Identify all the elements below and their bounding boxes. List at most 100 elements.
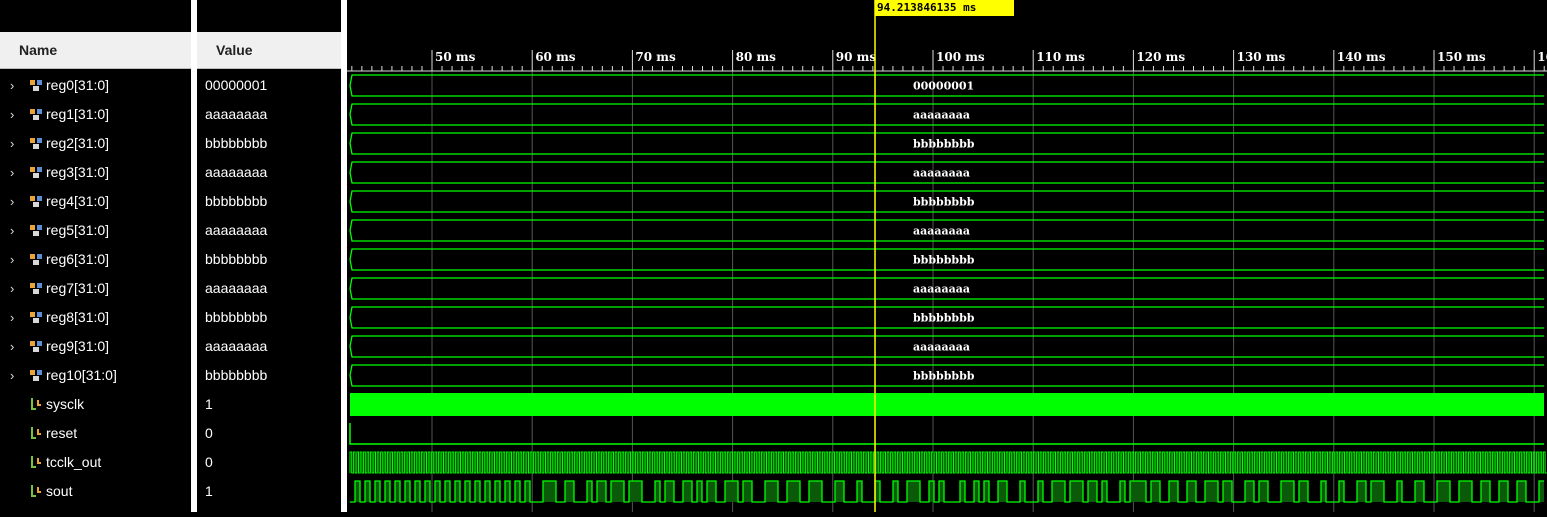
- signal-name: reg7[31:0]: [46, 280, 110, 296]
- signal-name: reg2[31:0]: [46, 135, 110, 151]
- ruler-tick-label: 50 ms: [435, 50, 476, 64]
- sout-high-fill: [725, 481, 738, 502]
- chevron-right-icon[interactable]: ›: [10, 361, 20, 390]
- sout-high-fill: [1437, 481, 1450, 502]
- signal-row-reg4[interactable]: › reg4[31:0]: [0, 187, 191, 216]
- signal-row-reg3[interactable]: › reg3[31:0]: [0, 158, 191, 187]
- bus-value-label: aaaaaaaa: [913, 167, 970, 180]
- reset-waveform: [349, 423, 1544, 445]
- bus-signal-icon: [30, 312, 42, 323]
- bus-value-label: 00000001: [913, 80, 974, 93]
- signal-value: aaaaaaaa: [205, 222, 268, 238]
- signal-value: aaaaaaaa: [205, 280, 268, 296]
- ruler-tick-label: 70 ms: [635, 50, 676, 64]
- sout-high-fill: [385, 481, 390, 502]
- signal-value: 0: [205, 425, 213, 441]
- sout-high-fill: [475, 481, 480, 502]
- signal-row-reg9[interactable]: › reg9[31:0]: [0, 332, 191, 361]
- chevron-right-icon[interactable]: ›: [10, 245, 20, 274]
- sout-high-fill: [405, 481, 410, 502]
- sout-high-fill: [587, 481, 592, 502]
- signal-value: bbbbbbbb: [205, 309, 268, 325]
- signal-row-sysclk[interactable]: sysclk: [0, 390, 191, 419]
- bus-value-label: aaaaaaaa: [913, 109, 970, 122]
- sout-high-fill: [1459, 481, 1472, 502]
- sout-high-fill: [1187, 481, 1196, 502]
- bus-value-label: aaaaaaaa: [913, 341, 970, 354]
- sout-high-fill: [929, 481, 934, 502]
- signal-row-reg2[interactable]: › reg2[31:0]: [0, 129, 191, 158]
- sout-high-fill: [485, 481, 490, 502]
- signal-value: bbbbbbbb: [205, 135, 268, 151]
- bus-signal-icon: [30, 80, 42, 91]
- signal-row-reg8[interactable]: › reg8[31:0]: [0, 303, 191, 332]
- bus-value-label: aaaaaaaa: [913, 283, 970, 296]
- signal-value: 00000001: [205, 77, 268, 93]
- sout-high-fill: [1481, 481, 1490, 502]
- sout-high-fill: [960, 481, 965, 502]
- chevron-right-icon[interactable]: ›: [10, 187, 20, 216]
- bus-signal-icon: [30, 254, 42, 265]
- sout-high-fill: [1415, 481, 1424, 502]
- signal-row-reg10[interactable]: › reg10[31:0]: [0, 361, 191, 390]
- signal-name: reg6[31:0]: [46, 251, 110, 267]
- chevron-right-icon[interactable]: ›: [10, 332, 20, 361]
- sout-high-fill: [1169, 481, 1178, 502]
- sout-high-fill: [707, 481, 716, 502]
- signal-value: 0: [205, 454, 213, 470]
- sout-high-fill: [1339, 481, 1344, 502]
- signal-name: reg1[31:0]: [46, 106, 110, 122]
- signal-row-reset[interactable]: reset: [0, 419, 191, 448]
- sout-high-fill: [611, 481, 624, 502]
- signal-value: aaaaaaaa: [205, 164, 268, 180]
- cursor-time-label[interactable]: 94.213846135 ms: [875, 0, 1015, 16]
- sout-high-fill: [597, 481, 606, 502]
- value-column-header[interactable]: Value: [197, 32, 341, 69]
- sout-high-fill: [445, 481, 450, 502]
- signal-name: reg3[31:0]: [46, 164, 110, 180]
- signal-row-reg7[interactable]: › reg7[31:0]: [0, 274, 191, 303]
- bus-signal-icon: [30, 196, 42, 207]
- signal-name: tcclk_out: [46, 454, 102, 470]
- signal-row-tcclk_out[interactable]: tcclk_out: [0, 448, 191, 477]
- sout-high-fill: [505, 481, 510, 502]
- bus-value-label: aaaaaaaa: [913, 225, 970, 238]
- chevron-right-icon[interactable]: ›: [10, 100, 20, 129]
- waveform-canvas[interactable]: 50 ms 60 ms 70 ms 80 ms 90 ms 100 ms 110 ms 120…: [347, 0, 1547, 512]
- sout-high-fill: [355, 481, 360, 502]
- sout-high-fill: [907, 481, 920, 502]
- signal-row-reg6[interactable]: › reg6[31:0]: [0, 245, 191, 274]
- signal-name: reg10[31:0]: [46, 367, 117, 383]
- signal-name: sout: [46, 483, 73, 499]
- sout-high-fill: [1281, 481, 1294, 502]
- signal-row-sout[interactable]: sout: [0, 477, 191, 506]
- sout-high-fill: [425, 481, 430, 502]
- signal-value: 1: [205, 483, 213, 499]
- sout-high-fill: [1130, 481, 1146, 502]
- chevron-right-icon[interactable]: ›: [10, 158, 20, 187]
- sout-high-fill: [1205, 481, 1218, 502]
- chevron-right-icon[interactable]: ›: [10, 216, 20, 245]
- sout-high-fill: [1299, 481, 1308, 502]
- bit-signal-icon: [31, 456, 41, 468]
- name-column-header[interactable]: Name: [0, 32, 191, 69]
- bus-value-label: bbbbbbbb: [913, 138, 975, 151]
- chevron-right-icon[interactable]: ›: [10, 303, 20, 332]
- waveform-area[interactable]: 50 ms 60 ms 70 ms 80 ms 90 ms 100 ms 110 ms 120…: [347, 0, 1547, 512]
- sout-high-fill: [375, 481, 380, 502]
- chevron-right-icon[interactable]: ›: [10, 71, 20, 100]
- chevron-right-icon[interactable]: ›: [10, 274, 20, 303]
- signal-row-reg0[interactable]: › reg0[31:0]: [0, 71, 191, 100]
- signal-name: reg4[31:0]: [46, 193, 110, 209]
- sout-high-fill: [655, 481, 660, 502]
- sout-high-fill: [455, 481, 460, 502]
- signal-name: reg8[31:0]: [46, 309, 110, 325]
- chevron-right-icon[interactable]: ›: [10, 129, 20, 158]
- signal-name: sysclk: [46, 396, 85, 412]
- signal-row-reg5[interactable]: › reg5[31:0]: [0, 216, 191, 245]
- bus-value-label: bbbbbbbb: [913, 312, 975, 325]
- signal-name: reg5[31:0]: [46, 222, 110, 238]
- sout-high-fill: [565, 481, 574, 502]
- signal-row-reg1[interactable]: › reg1[31:0]: [0, 100, 191, 129]
- signal-name: reset: [46, 425, 78, 441]
